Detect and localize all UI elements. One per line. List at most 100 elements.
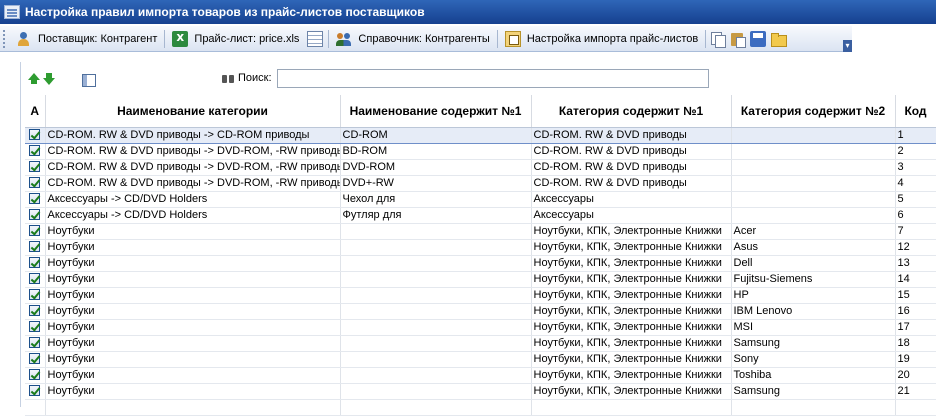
name-contains-1-cell[interactable] — [340, 351, 532, 368]
category-name-cell[interactable]: Ноутбуки — [45, 223, 341, 240]
name-contains-1-cell[interactable] — [340, 303, 532, 320]
code-cell[interactable]: 2 — [895, 143, 936, 160]
name-contains-1-cell[interactable] — [340, 287, 532, 304]
category-contains-1-cell[interactable]: Ноутбуки, КПК, Электронные Книжки — [531, 255, 732, 272]
category-contains-1-cell[interactable]: CD-ROM. RW & DVD приводы — [531, 143, 732, 160]
code-cell[interactable]: 17 — [895, 319, 936, 336]
table-row[interactable]: Ноутбуки Ноутбуки, КПК, Электронные Книжк… — [25, 287, 936, 304]
name-contains-1-cell[interactable] — [340, 335, 532, 352]
table-row[interactable]: Ноутбуки Ноутбуки, КПК, Электронные Книжк… — [25, 335, 936, 352]
category-contains-1-cell[interactable]: CD-ROM. RW & DVD приводы — [531, 159, 732, 176]
category-contains-1-cell[interactable]: Аксессуары — [531, 207, 732, 224]
table-row[interactable]: Ноутбуки Ноутбуки, КПК, Электронные Книжк… — [25, 351, 936, 368]
code-cell[interactable]: 14 — [895, 271, 936, 288]
paste-icon[interactable] — [730, 31, 747, 48]
name-contains-1-cell[interactable] — [340, 255, 532, 272]
code-cell[interactable]: 3 — [895, 159, 936, 176]
code-cell[interactable]: 13 — [895, 255, 936, 272]
table-row[interactable]: Ноутбуки Ноутбуки, КПК, Электронные Книжк… — [25, 367, 936, 384]
folder-icon[interactable] — [770, 31, 788, 47]
category-contains-2-cell[interactable] — [731, 175, 896, 192]
category-name-cell[interactable]: Ноутбуки — [45, 351, 341, 368]
category-contains-2-cell[interactable]: Samsung — [731, 335, 896, 352]
grid-view-button[interactable] — [304, 28, 326, 50]
name-contains-1-cell[interactable] — [340, 383, 532, 400]
category-contains-2-cell[interactable]: Dell — [731, 255, 896, 272]
table-row[interactable]: Ноутбуки Ноутбуки, КПК, Электронные Книжк… — [25, 303, 936, 320]
category-contains-1-cell[interactable]: Ноутбуки, КПК, Электронные Книжки — [531, 223, 732, 240]
columns-icon[interactable] — [82, 74, 96, 87]
table-row[interactable]: CD-ROM. RW & DVD приводы -> CD-ROM приво… — [25, 126, 936, 144]
category-contains-2-cell[interactable]: Toshiba — [731, 367, 896, 384]
table-row[interactable]: Ноутбуки Ноутбуки, КПК, Электронные Книжк… — [25, 223, 936, 240]
directory-button[interactable]: Справочник: Контрагенты — [331, 28, 494, 50]
name-contains-1-cell[interactable]: Футляр для — [340, 207, 532, 224]
category-name-cell[interactable]: CD-ROM. RW & DVD приводы -> DVD-ROM, -RW… — [45, 175, 341, 192]
name-contains-1-cell[interactable] — [340, 271, 532, 288]
table-row[interactable]: Ноутбуки Ноутбуки, КПК, Электронные Книжк… — [25, 383, 936, 400]
active-checkbox[interactable] — [29, 129, 40, 141]
category-contains-1-cell[interactable]: Ноутбуки, КПК, Электронные Книжки — [531, 319, 732, 336]
category-name-cell[interactable]: Аксессуары -> CD/DVD Holders — [45, 191, 341, 208]
active-checkbox[interactable] — [29, 273, 40, 285]
table-row[interactable]: Ноутбуки Ноутбуки, КПК, Электронные Книжк… — [25, 319, 936, 336]
empty-cell[interactable] — [731, 399, 896, 416]
column-header-code[interactable]: Код — [895, 95, 936, 128]
category-contains-2-cell[interactable]: Acer — [731, 223, 896, 240]
table-row-empty[interactable] — [25, 399, 936, 416]
category-name-cell[interactable]: Ноутбуки — [45, 271, 341, 288]
code-cell[interactable]: 12 — [895, 239, 936, 256]
category-contains-2-cell[interactable] — [731, 159, 896, 176]
toolbar-overflow-chevron-icon[interactable]: ▾ — [843, 40, 852, 52]
table-row[interactable]: CD-ROM. RW & DVD приводы -> DVD-ROM, -RW… — [25, 175, 936, 192]
code-cell[interactable]: 16 — [895, 303, 936, 320]
code-cell[interactable]: 21 — [895, 383, 936, 400]
active-checkbox[interactable] — [29, 177, 40, 189]
code-cell[interactable]: 7 — [895, 223, 936, 240]
import-settings-button[interactable]: Настройка импорта прайс-листов — [500, 28, 703, 50]
active-checkbox[interactable] — [29, 369, 40, 381]
column-header-active[interactable]: А — [25, 95, 46, 128]
category-name-cell[interactable]: Ноутбуки — [45, 383, 341, 400]
category-name-cell[interactable]: Ноутбуки — [45, 335, 341, 352]
active-checkbox[interactable] — [29, 209, 40, 221]
name-contains-1-cell[interactable]: CD-ROM — [340, 126, 532, 144]
table-row[interactable]: CD-ROM. RW & DVD приводы -> DVD-ROM, -RW… — [25, 143, 936, 160]
category-contains-2-cell[interactable]: Sony — [731, 351, 896, 368]
code-cell[interactable]: 6 — [895, 207, 936, 224]
category-name-cell[interactable]: CD-ROM. RW & DVD приводы -> CD-ROM приво… — [45, 126, 341, 144]
name-contains-1-cell[interactable]: Чехол для — [340, 191, 532, 208]
name-contains-1-cell[interactable] — [340, 367, 532, 384]
table-row[interactable]: Аксессуары -> CD/DVD Holders Чехол для Акс… — [25, 191, 936, 208]
active-checkbox[interactable] — [29, 241, 40, 253]
code-cell[interactable]: 5 — [895, 191, 936, 208]
code-cell[interactable]: 19 — [895, 351, 936, 368]
name-contains-1-cell[interactable]: BD-ROM — [340, 143, 532, 160]
save-icon[interactable] — [750, 30, 767, 47]
category-contains-2-cell[interactable] — [731, 143, 896, 160]
category-name-cell[interactable]: Ноутбуки — [45, 319, 341, 336]
table-row[interactable]: Ноутбуки Ноутбуки, КПК, Электронные Книжк… — [25, 271, 936, 288]
active-checkbox[interactable] — [29, 353, 40, 365]
toolbar-grip[interactable] — [3, 29, 6, 48]
search-input[interactable] — [277, 69, 709, 88]
category-contains-2-cell[interactable] — [731, 126, 896, 144]
table-row[interactable]: CD-ROM. RW & DVD приводы -> DVD-ROM, -RW… — [25, 159, 936, 176]
active-checkbox[interactable] — [29, 225, 40, 237]
supplier-button[interactable]: Поставщик: Контрагент — [11, 28, 162, 50]
name-contains-1-cell[interactable] — [340, 239, 532, 256]
name-contains-1-cell[interactable]: DVD+-RW — [340, 175, 532, 192]
arrow-down-icon[interactable] — [43, 73, 55, 85]
category-contains-2-cell[interactable]: Asus — [731, 239, 896, 256]
code-cell[interactable]: 20 — [895, 367, 936, 384]
name-contains-1-cell[interactable]: DVD-ROM — [340, 159, 532, 176]
category-contains-1-cell[interactable]: CD-ROM. RW & DVD приводы — [531, 126, 732, 144]
category-contains-1-cell[interactable]: Ноутбуки, КПК, Электронные Книжки — [531, 367, 732, 384]
category-name-cell[interactable]: CD-ROM. RW & DVD приводы -> DVD-ROM, -RW… — [45, 159, 341, 176]
active-checkbox[interactable] — [29, 257, 40, 269]
category-contains-1-cell[interactable]: Ноутбуки, КПК, Электронные Книжки — [531, 239, 732, 256]
column-header-category-contains-2[interactable]: Категория содержит №2 — [731, 95, 896, 128]
column-header-name-contains-1[interactable]: Наименование содержит №1 — [340, 95, 532, 128]
active-checkbox[interactable] — [29, 289, 40, 301]
category-name-cell[interactable]: Ноутбуки — [45, 367, 341, 384]
